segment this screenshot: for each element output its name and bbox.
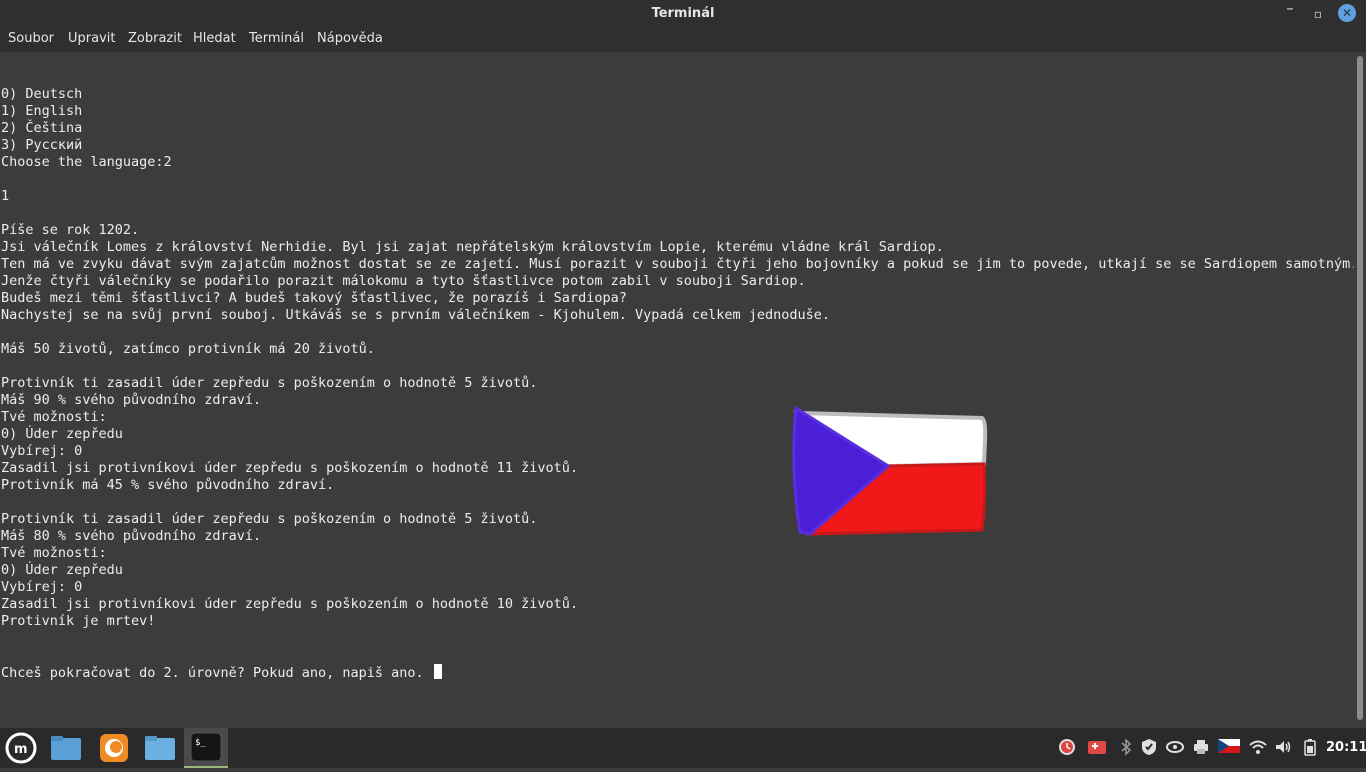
terminal-line: Zasadil jsi protivníkovi úder zepředu s … (1, 596, 579, 612)
menu-terminal[interactable]: Terminál (249, 31, 304, 46)
keyboard-layout-flag-icon[interactable] (1218, 738, 1240, 756)
terminal-line: 1 (1, 188, 10, 204)
nvidia-icon[interactable] (1165, 738, 1184, 756)
menu-hledat[interactable]: Hledat (193, 31, 236, 46)
terminal-line: Choose the language:2 (1, 154, 172, 170)
terminal-line: 2) Čeština (1, 120, 83, 136)
terminal-line: Nachystej se na svůj první souboj. Utkáv… (1, 307, 831, 323)
close-button[interactable]: ✕ (1338, 4, 1356, 22)
terminal-output[interactable]: 0) Deutsch 1) English 2) Čeština 3) Русский… (0, 52, 1358, 728)
prompt-line: Chceš pokračovat do 2. úrovně? Pokud ano… (1, 664, 1358, 681)
terminal-line: Ten má ve zvyku dávat svým zajatcům možn… (1, 256, 1359, 272)
scrollbar-thumb[interactable] (1357, 56, 1363, 720)
terminal-line: 1) English (1, 103, 83, 119)
terminal-line: Máš 90 % svého původního zdraví. (1, 392, 262, 408)
prompt-text: Chceš pokračovat do 2. úrovně? Pokud ano… (1, 665, 432, 681)
terminal-line: Píše se rok 1202. (1, 222, 140, 238)
volume-icon[interactable] (1274, 738, 1292, 756)
terminal-lines: 0) Deutsch 1) English 2) Čeština 3) Русский… (1, 86, 1358, 630)
firefox-icon (100, 734, 128, 762)
text-cursor (433, 664, 442, 679)
terminal-line: Jsi válečník Lomes z království Nerhidie… (1, 239, 944, 255)
terminal-line: Vybírej: 0 (1, 579, 83, 595)
minimize-button[interactable]: ‾ (1280, 4, 1300, 24)
menu-bar: Soubor Upravit Zobrazit Hledat Terminál … (0, 28, 1366, 52)
terminal-line: 3) Русский (1, 137, 83, 153)
terminal-text: 0) Deutsch 1) English 2) Čeština 3) Русский… (1, 52, 1358, 715)
folder-icon (145, 736, 175, 760)
bluetooth-icon[interactable] (1117, 738, 1135, 756)
mint-menu-button[interactable]: m (0, 728, 44, 768)
terminal-line: Máš 80 % svého původního zdraví. (1, 528, 262, 544)
printer-icon[interactable] (1192, 738, 1210, 756)
timeshift-icon[interactable] (1058, 738, 1076, 756)
menu-upravit[interactable]: Upravit (68, 31, 115, 46)
files-launcher[interactable] (44, 728, 88, 768)
window-titlebar[interactable]: Terminál ‾ ▫ ✕ (0, 0, 1366, 28)
terminal-line: Tvé možnosti: (1, 409, 107, 425)
maximize-button[interactable]: ▫ (1308, 4, 1328, 24)
terminal-line: Máš 50 životů, zatímco protivník má 20 ž… (1, 341, 375, 357)
update-shield-icon[interactable] (1140, 738, 1158, 756)
menu-napoveda[interactable]: Nápověda (317, 31, 383, 46)
menu-soubor[interactable]: Soubor (8, 31, 54, 46)
mint-logo-icon: m (5, 732, 37, 764)
terminal-line: Vybírej: 0 (1, 443, 83, 459)
terminal-task[interactable]: $_ (184, 728, 228, 768)
terminal-line: 0) Deutsch (1, 86, 83, 102)
terminal-line: Protivník ti zasadil úder zepředu s pošk… (1, 511, 538, 527)
terminal-line: Zasadil jsi protivníkovi úder zepředu s … (1, 460, 579, 476)
terminal-line: Jenže čtyři válečníky se podařilo porazi… (1, 273, 806, 289)
menu-zobrazit[interactable]: Zobrazit (128, 31, 182, 46)
wifi-icon[interactable] (1249, 738, 1267, 756)
czech-flag-drawing (792, 405, 988, 536)
terminal-line: Tvé možnosti: (1, 545, 107, 561)
folder-icon (51, 736, 81, 760)
terminal-line: 0) Úder zepředu (1, 426, 123, 442)
svg-text:$_: $_ (195, 738, 206, 748)
terminal-icon: $_ (190, 732, 222, 762)
file-manager-launcher[interactable] (138, 728, 182, 768)
terminal-line: Protivník ti zasadil úder zepředu s pošk… (1, 375, 538, 391)
terminal-line: Protivník má 45 % svého původního zdraví… (1, 477, 335, 493)
terminal-line: Protivník je mrtev! (1, 613, 156, 629)
svg-text:m: m (14, 742, 28, 757)
clock[interactable]: 20:11 (1326, 740, 1366, 755)
games-icon[interactable] (1087, 738, 1106, 756)
firefox-launcher[interactable] (92, 728, 136, 768)
battery-icon[interactable] (1301, 738, 1319, 756)
terminal-line: Budeš mezi těmi šťastlivci? A budeš tako… (1, 290, 627, 306)
taskbar: m $_ 20:11 (0, 728, 1366, 768)
window-title: Terminál (651, 6, 715, 21)
terminal-line: 0) Úder zepředu (1, 562, 123, 578)
terminal-scrollbar[interactable] (1354, 52, 1366, 728)
